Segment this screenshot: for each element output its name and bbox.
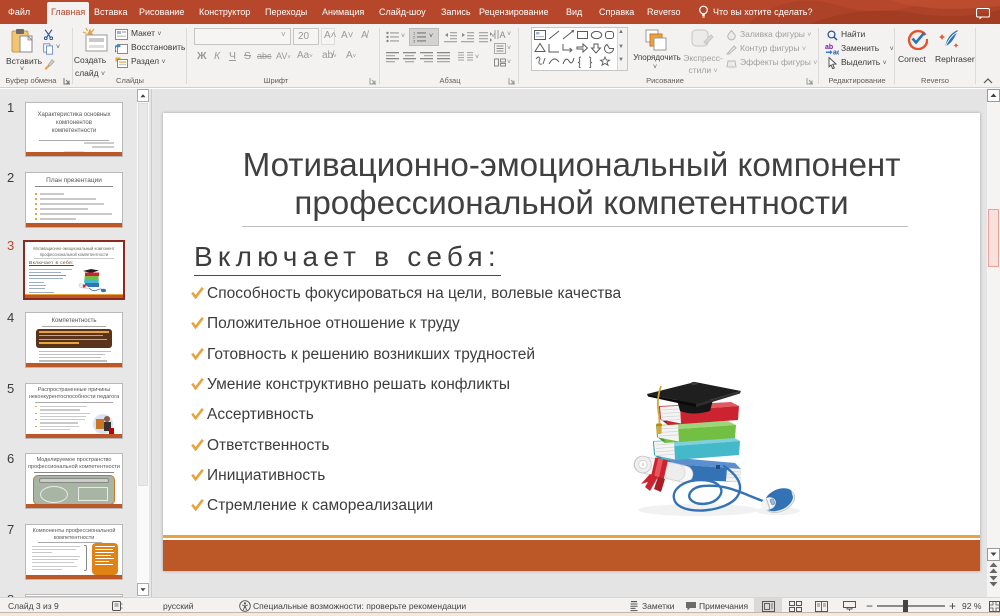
svg-text:3: 3 xyxy=(413,39,416,44)
svg-text:ac: ac xyxy=(833,50,839,56)
svg-text:ab: ab xyxy=(825,44,833,51)
svg-text:A: A xyxy=(500,30,506,40)
